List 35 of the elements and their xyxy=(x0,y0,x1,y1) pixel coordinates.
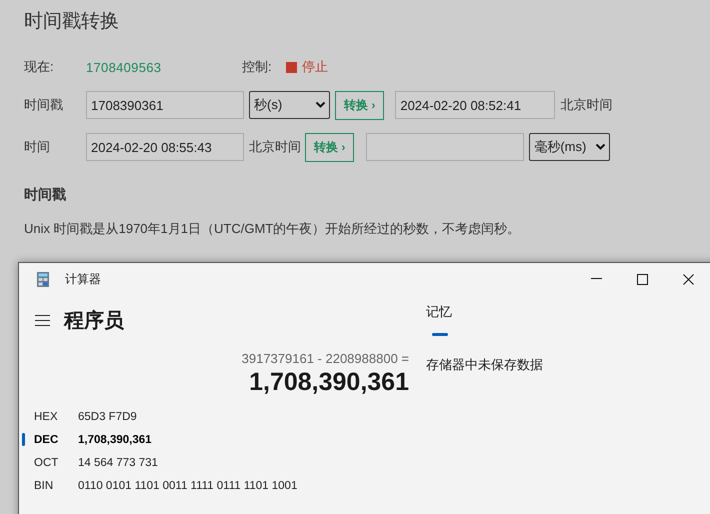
chevron-down-icon xyxy=(315,101,326,109)
timestamp-input[interactable]: 1708390361 xyxy=(86,91,244,119)
maximize-icon[interactable] xyxy=(636,274,648,284)
timezone-label: 北京时间 xyxy=(560,96,612,114)
chevron-down-icon xyxy=(595,143,606,151)
current-timestamp: 1708409563 xyxy=(86,60,162,74)
mode-title: 程序员 xyxy=(64,308,124,334)
window-title: 计算器 xyxy=(65,270,102,288)
unit-select[interactable]: 秒(s) xyxy=(249,91,330,119)
memory-tab[interactable]: 记忆 xyxy=(426,303,543,336)
page-title: 时间戳转换 xyxy=(24,10,120,34)
timestamp-output-field[interactable] xyxy=(366,133,524,161)
description-text: Unix 时间戳是从1970年1月1日（UTC/GMT的午夜）开始所经过的秒数，不考虑闰秒。 xyxy=(24,220,522,238)
radix-row[interactable]: DEC 1,708,390,361 xyxy=(19,428,409,451)
memory-empty-text: 存储器中未保存数据 xyxy=(426,356,543,374)
radix-row[interactable]: OCT 14 564 773 731 xyxy=(19,451,409,474)
minimize-icon[interactable] xyxy=(590,278,602,280)
time-input[interactable]: 2024-02-20 08:55:43 xyxy=(86,133,244,161)
selection-indicator xyxy=(22,433,25,446)
timezone-label: 北京时间 xyxy=(249,138,301,156)
expression-text: 3917379161 - 2208988800 = xyxy=(240,351,409,366)
now-label: 现在: xyxy=(24,58,55,76)
calculator-icon xyxy=(37,272,49,286)
section-heading: 时间戳 xyxy=(24,186,67,204)
close-icon[interactable] xyxy=(682,274,694,284)
menu-icon[interactable] xyxy=(35,314,50,326)
result-display: 1,708,390,361 xyxy=(248,368,409,397)
radix-row[interactable]: HEX 65D3 F7D9 xyxy=(19,405,409,428)
field-label: 时间 xyxy=(24,138,51,156)
radix-row[interactable]: BIN 0110 0101 1101 0011 1111 0111 1101 1001 xyxy=(19,474,409,497)
date-output-field[interactable]: 2024-02-20 08:52:41 xyxy=(395,91,556,119)
control-label: 控制: xyxy=(242,58,273,76)
stop-icon xyxy=(286,62,297,72)
field-label: 时间戳 xyxy=(24,96,64,114)
unit-select[interactable]: 毫秒(ms) xyxy=(529,133,610,161)
